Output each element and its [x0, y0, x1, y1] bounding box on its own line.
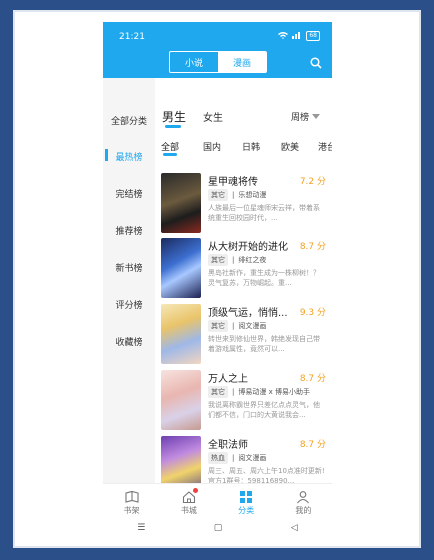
- book-title: 万人之上: [208, 374, 248, 385]
- meta-divider: |: [232, 191, 235, 199]
- status-icons: 68: [278, 31, 320, 41]
- book-description: 周三、周五、周六上午10点准时更新! 官方1群号：598116890...: [208, 467, 325, 483]
- book-author: 乐想动漫: [238, 191, 267, 199]
- battery-icon: 68: [306, 31, 320, 41]
- region-hk-tw[interactable]: 港台: [318, 140, 332, 153]
- book-meta: 热血 | 阅文漫画: [208, 452, 266, 464]
- top-bar: 21:21 68 小说 漫画: [103, 22, 332, 78]
- book-icon: [125, 489, 139, 503]
- rank-period-label: 周榜: [290, 113, 309, 123]
- region-west[interactable]: 欧美: [281, 140, 299, 153]
- meta-divider: |: [232, 322, 235, 330]
- book-meta: 其它 | 绯红之夜: [208, 254, 266, 266]
- tab-profile[interactable]: 我的: [275, 484, 332, 518]
- notification-dot: [192, 488, 198, 493]
- book-meta: 其它 | 乐想动漫: [208, 189, 266, 201]
- book-title: 从大树开始的进化: [208, 242, 288, 253]
- signal-icon: [292, 31, 302, 41]
- book-tag: 其它: [208, 254, 228, 266]
- bottom-tab-bar: 书架 书城 分类 我的: [103, 483, 332, 518]
- book-meta: 其它 | 博易动漫 x 博易小助手: [208, 386, 310, 398]
- tab-profile-label: 我的: [295, 506, 312, 515]
- book-cover: [161, 370, 201, 430]
- rank-period-select[interactable]: 周榜: [291, 110, 320, 123]
- region-underline: [163, 153, 177, 156]
- book-tag: 热血: [208, 452, 228, 464]
- book-author: 阅文漫画: [238, 454, 267, 462]
- ranking-content: 男生 女生 周榜 全部 国内 日韩 欧美 港台 星甲魂将传 7.2 分 其它 |…: [155, 78, 332, 483]
- sidebar-item-new[interactable]: 新书榜: [103, 261, 155, 274]
- book-cover: [161, 304, 201, 364]
- book-tag: 其它: [208, 189, 228, 201]
- phone-screen: 21:21 68 小说 漫画 全部分类 最热榜 完结榜 推荐榜 新书榜 评分榜 …: [103, 22, 332, 538]
- tab-female[interactable]: 女生: [203, 109, 223, 124]
- sidebar-item-recommend[interactable]: 推荐榜: [103, 224, 155, 237]
- tab-novel[interactable]: 小说: [170, 52, 218, 72]
- category-sidebar: 全部分类 最热榜 完结榜 推荐榜 新书榜 评分榜 收藏榜: [103, 78, 155, 483]
- book-score: 8.7 分: [299, 440, 326, 450]
- book-title: 顶级气运，悄悄...: [208, 308, 288, 319]
- book-item[interactable]: 从大树开始的进化 8.7 分 其它 | 绯红之夜 黑岛社新作，重生成为一株柳树！…: [155, 238, 332, 302]
- book-description: 转世来到修仙世界，韩绝发现自己带着游戏属性，竟然可以...: [208, 335, 320, 353]
- sidebar-item-hot[interactable]: 最热榜: [103, 150, 155, 163]
- dropdown-arrow-icon: [312, 114, 320, 119]
- book-score: 7.2 分: [299, 177, 326, 187]
- sidebar-item-favorites[interactable]: 收藏榜: [103, 335, 155, 348]
- meta-divider: |: [232, 256, 235, 264]
- region-japan-korea[interactable]: 日韩: [242, 140, 260, 153]
- tab-comic[interactable]: 漫画: [218, 52, 266, 72]
- user-icon: [296, 489, 310, 504]
- book-title: 全职法师: [208, 440, 248, 451]
- book-tag: 其它: [208, 320, 228, 332]
- book-author: 绯红之夜: [238, 256, 267, 264]
- book-cover: [161, 436, 201, 483]
- tab-bookstore[interactable]: 书城: [160, 484, 217, 518]
- wifi-icon: [278, 31, 289, 41]
- tab-category[interactable]: 分类: [218, 484, 275, 518]
- content-type-switch: 小说 漫画: [169, 51, 267, 73]
- tab-male[interactable]: 男生: [162, 108, 186, 125]
- tab-bookstore-label: 书城: [180, 506, 197, 515]
- sidebar-item-finished[interactable]: 完结榜: [103, 187, 155, 200]
- tab-bookshelf-label: 书架: [123, 506, 140, 515]
- book-item[interactable]: 全职法师 8.7 分 热血 | 阅文漫画 周三、周五、周六上午10点准时更新! …: [155, 436, 332, 483]
- region-all[interactable]: 全部: [161, 140, 179, 153]
- book-tag: 其它: [208, 386, 228, 398]
- gender-underline: [165, 125, 181, 128]
- book-author: 阅文漫画: [238, 322, 267, 330]
- home-square-icon[interactable]: ▢: [214, 523, 223, 533]
- book-meta: 其它 | 阅文漫画: [208, 320, 266, 332]
- book-author: 博易动漫 x 博易小助手: [238, 388, 310, 396]
- book-cover: [161, 173, 201, 233]
- meta-divider: |: [232, 454, 235, 462]
- book-cover: [161, 238, 201, 298]
- book-score: 8.7 分: [299, 374, 326, 384]
- tab-bookshelf[interactable]: 书架: [103, 484, 160, 518]
- region-domestic[interactable]: 国内: [203, 140, 221, 153]
- book-description: 我说离称霸世界只差亿点点灵气，他们都不信，门口的大黄说我会...: [208, 401, 320, 419]
- sidebar-item-rating[interactable]: 评分榜: [103, 298, 155, 311]
- book-description: 人族最后一位星魂师宋云祥，带着系统重生回校园时代，...: [208, 204, 320, 222]
- book-item[interactable]: 顶级气运，悄悄... 9.3 分 其它 | 阅文漫画 转世来到修仙世界，韩绝发现…: [155, 304, 332, 368]
- back-icon[interactable]: ◁: [291, 523, 298, 533]
- book-item[interactable]: 星甲魂将传 7.2 分 其它 | 乐想动漫 人族最后一位星魂师宋云祥，带着系统重…: [155, 173, 332, 237]
- status-time: 21:21: [119, 32, 145, 42]
- tab-category-label: 分类: [238, 506, 255, 515]
- search-icon[interactable]: [310, 54, 322, 69]
- book-description: 黑岛社新作，重生成为一株柳树！？灵气复苏，万物崛起。重...: [208, 269, 320, 287]
- book-title: 星甲魂将传: [208, 177, 258, 188]
- meta-divider: |: [232, 388, 235, 396]
- grid-icon: [239, 489, 253, 503]
- book-item[interactable]: 万人之上 8.7 分 其它 | 博易动漫 x 博易小助手 我说离称霸世界只差亿点…: [155, 370, 332, 434]
- system-nav-bar: ☰ ▢ ◁: [103, 517, 332, 538]
- book-score: 9.3 分: [299, 308, 326, 318]
- sidebar-item-all[interactable]: 全部分类: [103, 114, 155, 127]
- menu-icon[interactable]: ☰: [137, 523, 145, 533]
- book-score: 8.7 分: [299, 242, 326, 252]
